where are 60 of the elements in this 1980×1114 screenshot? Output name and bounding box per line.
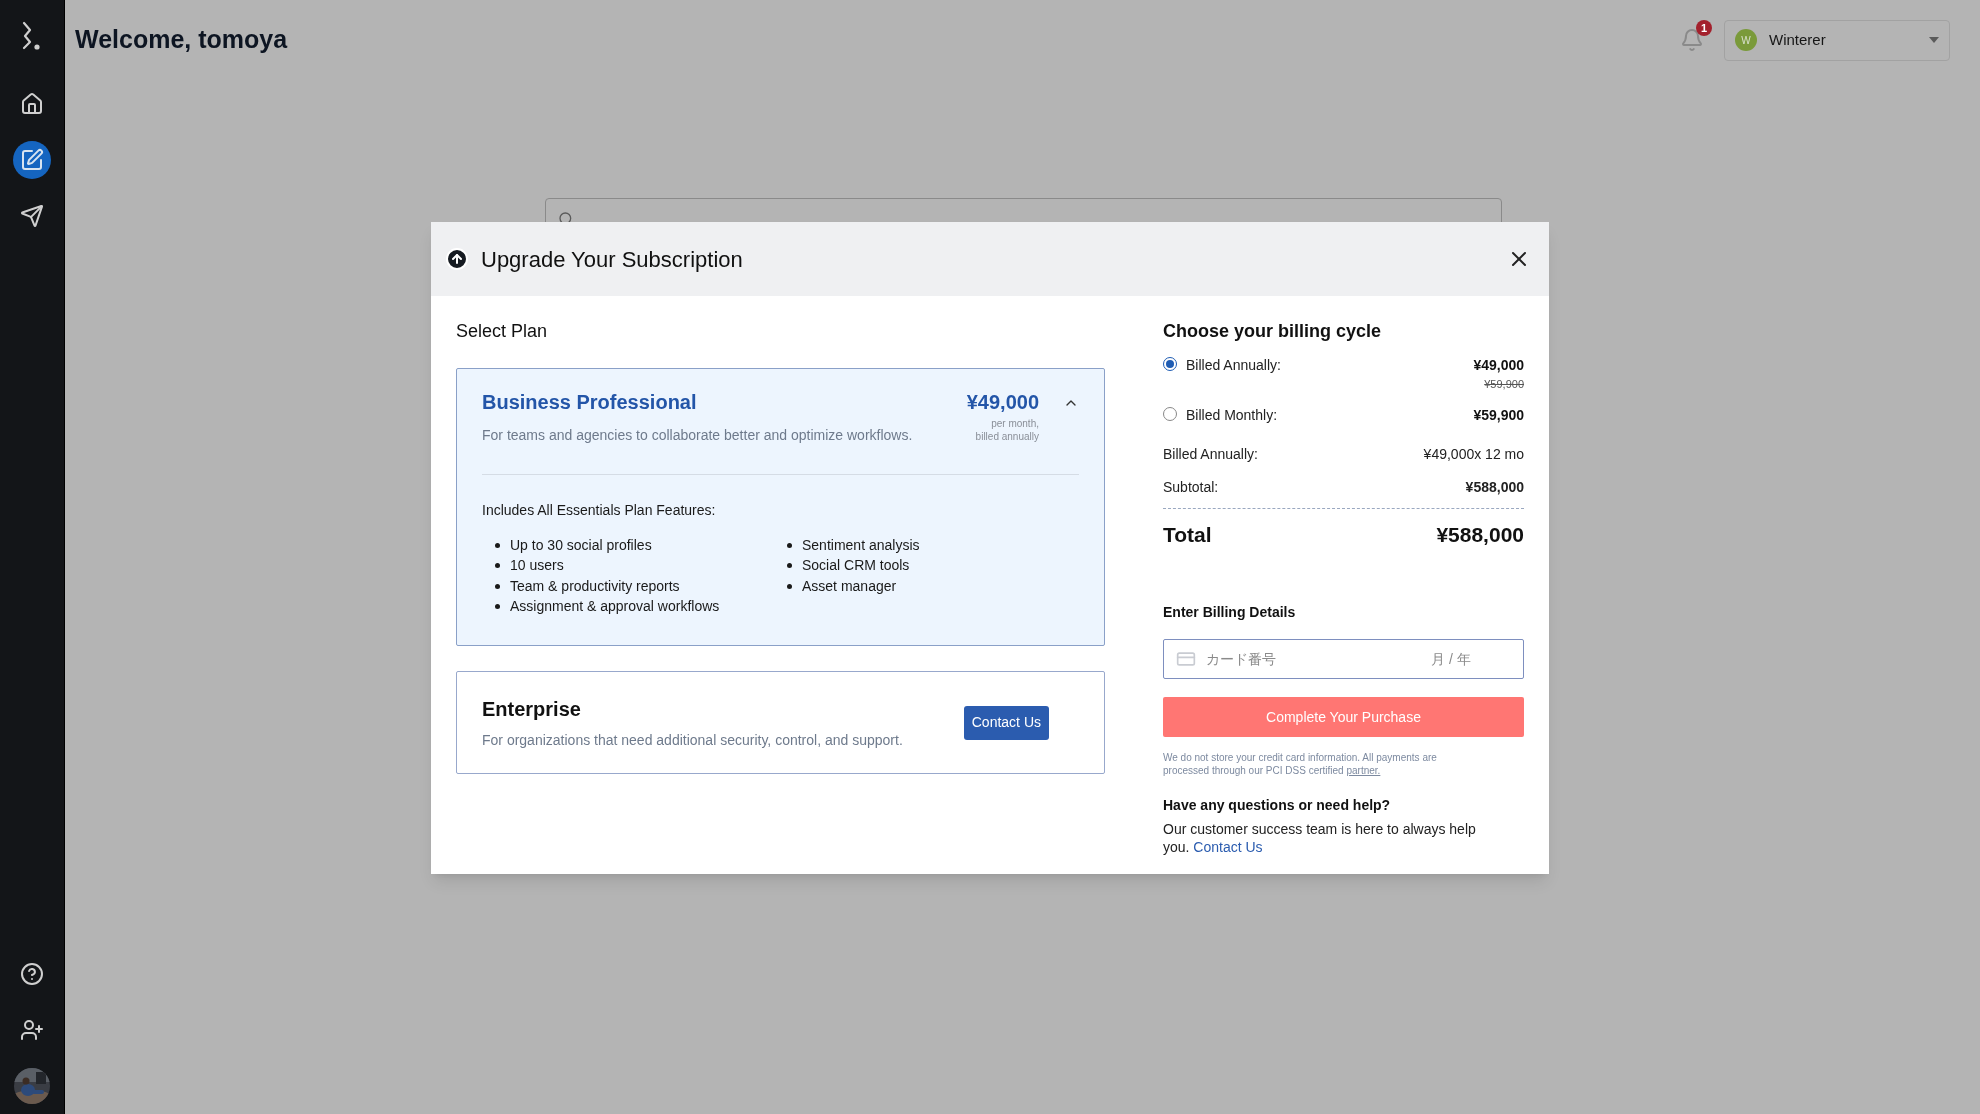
edit-icon bbox=[20, 148, 44, 172]
home-icon bbox=[20, 92, 44, 116]
bullet-icon bbox=[495, 542, 500, 548]
bullet-icon bbox=[495, 583, 500, 589]
account-avatar: W bbox=[1735, 29, 1757, 51]
section-title: Select Plan bbox=[456, 320, 549, 343]
partner-link[interactable]: partner. bbox=[1346, 765, 1381, 776]
card-field[interactable]: カード番号 月 / 年 bbox=[1163, 639, 1524, 679]
bullet-icon bbox=[787, 563, 792, 569]
notification-badge: 1 bbox=[1696, 20, 1712, 36]
price-note: billed annually bbox=[975, 430, 1039, 443]
section-title: Enter Billing Details bbox=[1163, 603, 1297, 622]
add-user-icon bbox=[20, 1018, 44, 1042]
summary-label: Subtotal: bbox=[1163, 477, 1219, 497]
contact-button[interactable]: Contact Us bbox=[963, 705, 1049, 740]
expiry-input[interactable]: 月 / 年 bbox=[1431, 648, 1491, 670]
plan-description: For teams and agencies to collaborate better and optimize workflows. bbox=[482, 426, 914, 445]
feature-item: Up to 30 social profiles bbox=[510, 535, 652, 555]
option-label: Billed Annually: bbox=[1186, 356, 1282, 375]
card-icon bbox=[1176, 649, 1196, 669]
feature-item: Team & productivity reports bbox=[510, 576, 680, 596]
feature-item: Social CRM tools bbox=[802, 556, 910, 576]
page-title: Welcome, tomoya bbox=[75, 24, 288, 56]
feature-item: Assignment & approval workflows bbox=[510, 597, 720, 617]
help-text: Our customer success team is here to always help you. Contact Us bbox=[1163, 820, 1477, 856]
upload-icon bbox=[445, 247, 469, 271]
plan-name: Business Professional bbox=[482, 390, 698, 415]
option-price: ¥49,000 bbox=[1473, 356, 1524, 375]
bullet-icon bbox=[787, 583, 792, 589]
section-title: Choose your billing cycle bbox=[1163, 320, 1383, 343]
plan-name: Enterprise bbox=[482, 697, 582, 722]
caret-icon bbox=[1929, 37, 1939, 43]
help-title: Have any questions or need help? bbox=[1163, 796, 1392, 815]
bullet-icon bbox=[495, 604, 500, 610]
disclaimer-text: We do not store your credit card information. All payments are processed through our PCI DSS certified partner. bbox=[1163, 751, 1438, 777]
feature-item: 10 users bbox=[510, 556, 564, 576]
card-number-input[interactable]: カード番号 bbox=[1206, 648, 1421, 670]
modal-title: Upgrade Your Subscription bbox=[481, 245, 743, 274]
total-label: Total bbox=[1163, 521, 1212, 548]
paper-plane-icon bbox=[20, 204, 44, 228]
bullet-icon bbox=[495, 563, 500, 569]
total-value: ¥588,000 bbox=[1436, 521, 1524, 548]
option-label: Billed Monthly: bbox=[1186, 405, 1279, 425]
account-dropdown[interactable]: W Winterer bbox=[1724, 19, 1950, 61]
plan-card[interactable]: Enterprise For organizations that need additional security, control, and support. Contact Us bbox=[456, 671, 1105, 774]
features-title: Includes All Essentials Plan Features: bbox=[482, 501, 717, 520]
feature-item: Sentiment analysis bbox=[802, 535, 920, 555]
price-note: per month, bbox=[991, 417, 1039, 430]
feature-item: Asset manager bbox=[802, 576, 897, 596]
plan-price: ¥49,000 bbox=[966, 390, 1039, 415]
plan-description: For organizations that need additional security, control, and support. bbox=[482, 731, 904, 750]
summary-value: ¥49,000x 12 mo bbox=[1423, 444, 1524, 464]
summary-label: Billed Annually: bbox=[1163, 444, 1258, 464]
option-price: ¥59,900 bbox=[1473, 405, 1524, 425]
plan-card[interactable] bbox=[456, 368, 1105, 646]
summary-value: ¥588,000 bbox=[1465, 477, 1524, 497]
old-price: ¥59,900 bbox=[1484, 377, 1524, 392]
contact-link[interactable]: Contact Us bbox=[1193, 839, 1263, 855]
bullet-icon bbox=[787, 542, 792, 548]
help-icon bbox=[20, 962, 44, 986]
